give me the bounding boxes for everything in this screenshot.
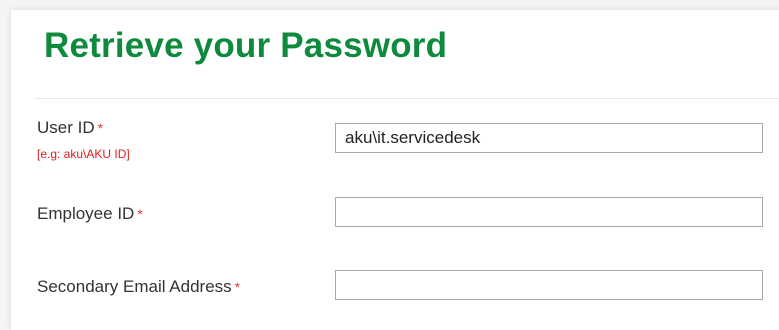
- user-id-label: User ID *: [37, 118, 103, 138]
- secondary-email-label: Secondary Email Address *: [37, 277, 240, 297]
- title-divider: [35, 98, 779, 99]
- required-marker: *: [137, 206, 143, 222]
- employee-id-input[interactable]: [335, 197, 763, 227]
- user-id-input[interactable]: [335, 123, 763, 153]
- required-marker: *: [234, 279, 241, 295]
- page-title: Retrieve your Password: [44, 26, 448, 65]
- user-id-label-text: User ID: [37, 118, 95, 137]
- required-marker: *: [97, 120, 104, 136]
- user-id-hint: [e.g: aku\AKU ID]: [37, 147, 130, 161]
- secondary-email-label-text: Secondary Email Address: [37, 277, 232, 296]
- employee-id-label: Employee ID *: [37, 204, 143, 224]
- secondary-email-input[interactable]: [335, 270, 763, 300]
- form-panel: Retrieve your Password User ID * [e.g: ak…: [11, 10, 779, 330]
- employee-id-label-text: Employee ID: [37, 204, 135, 223]
